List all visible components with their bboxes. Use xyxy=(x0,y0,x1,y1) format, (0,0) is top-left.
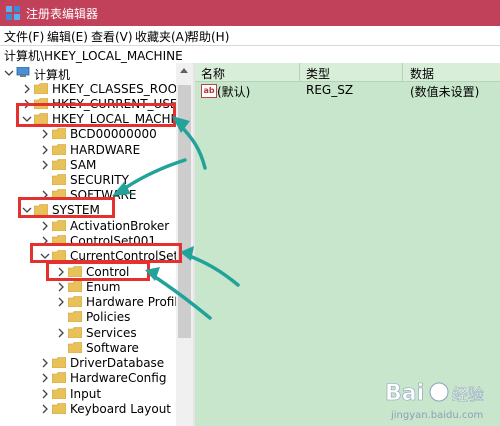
menu-favorites[interactable]: 收藏夹(A) xyxy=(135,28,189,45)
tree-node-label: Services xyxy=(86,326,137,340)
folder-icon xyxy=(68,327,82,338)
folder-icon xyxy=(68,281,82,292)
folder-icon xyxy=(34,83,48,94)
menu-edit[interactable]: 编辑(E) xyxy=(47,28,88,45)
folder-icon xyxy=(52,357,66,368)
tree-node-label: 计算机 xyxy=(34,68,71,82)
menu-help[interactable]: 帮助(H) xyxy=(187,28,229,45)
tree-node-label: SECURITY xyxy=(70,173,129,187)
regedit-icon xyxy=(6,6,20,20)
highlight-box-control xyxy=(46,261,150,281)
value-name: (默认) xyxy=(217,85,251,99)
tree-node-label: BCD00000000 xyxy=(70,127,157,141)
tree-node-label: ActivationBroker xyxy=(70,219,170,233)
svg-text:jingyan.baidu.com: jingyan.baidu.com xyxy=(390,410,483,421)
tree-node-label: DriverDatabase xyxy=(70,356,165,370)
chevron-right-icon[interactable] xyxy=(56,328,66,338)
column-divider[interactable] xyxy=(402,63,403,81)
baidu-watermark-logo: Bai 经验 jingyan.baidu.com xyxy=(385,381,485,421)
svg-text:Bai: Bai xyxy=(385,381,424,406)
chevron-right-icon[interactable] xyxy=(40,373,50,383)
folder-icon xyxy=(52,128,66,139)
tree-node-label: HKEY_CLASSES_ROOT xyxy=(52,82,176,96)
svg-text:经验: 经验 xyxy=(452,385,484,404)
chevron-right-icon[interactable] xyxy=(40,145,50,155)
folder-icon xyxy=(52,159,66,170)
string-value-icon: ab xyxy=(201,84,217,98)
folder-icon xyxy=(52,388,66,399)
tree-node-label: Hardware Profile xyxy=(86,295,176,309)
folder-icon xyxy=(52,220,66,231)
address-bar[interactable]: 计算机\HKEY_LOCAL_MACHINE xyxy=(0,45,500,64)
chevron-right-icon[interactable] xyxy=(40,389,50,399)
chevron-right-icon[interactable] xyxy=(40,129,50,139)
tree-node-label: HARDWARE xyxy=(70,143,141,157)
chevron-right-icon[interactable] xyxy=(40,404,50,414)
tree-node-label: Policies xyxy=(86,310,131,324)
chevron-right-icon[interactable] xyxy=(56,297,66,307)
chevron-right-icon[interactable] xyxy=(56,282,66,292)
tree-node-label: Software xyxy=(86,341,139,355)
folder-icon xyxy=(68,296,82,307)
value-data: (数值未设置) xyxy=(410,85,480,99)
folder-icon xyxy=(52,372,66,383)
menu-file[interactable]: 文件(F) xyxy=(4,28,44,45)
folder-icon xyxy=(68,311,82,322)
tree-node-label: Keyboard Layout xyxy=(70,402,172,416)
column-divider[interactable] xyxy=(299,63,300,81)
computer-icon xyxy=(16,67,30,77)
chevron-right-icon[interactable] xyxy=(40,221,50,231)
folder-icon xyxy=(68,342,82,353)
folder-icon xyxy=(52,174,66,185)
window-title: 注册表编辑器 xyxy=(26,7,99,21)
chevron-down-icon[interactable] xyxy=(4,68,14,78)
chevron-right-icon[interactable] xyxy=(22,84,32,94)
column-data[interactable]: 数据 xyxy=(410,65,434,82)
menu-bar: 文件(F) 编辑(E) 查看(V) 收藏夹(A) 帮助(H) xyxy=(0,26,500,45)
tree-node-label: HardwareConfig xyxy=(70,371,167,385)
highlight-box-hklm xyxy=(16,103,176,127)
value-type: REG_SZ xyxy=(306,83,354,97)
chevron-right-icon[interactable] xyxy=(40,358,50,368)
tree-node-label: Enum xyxy=(86,280,121,294)
address-path: 计算机\HKEY_LOCAL_MACHINE xyxy=(4,49,183,63)
scroll-up-arrow-icon[interactable] xyxy=(180,68,188,73)
value-row[interactable]: ab (默认) REG_SZ (数值未设置) xyxy=(195,82,500,99)
folder-icon xyxy=(52,144,66,155)
chevron-right-icon[interactable] xyxy=(40,160,50,170)
title-bar: 注册表编辑器 xyxy=(0,0,500,26)
folder-icon xyxy=(52,403,66,414)
column-name[interactable]: 名称 xyxy=(201,65,225,82)
scrollbar-thumb[interactable] xyxy=(178,85,191,338)
tree-node-label: Input xyxy=(70,387,102,401)
menu-view[interactable]: 查看(V) xyxy=(91,28,133,45)
tree-node-label: SAM xyxy=(70,158,97,172)
highlight-box-currentcontrolset xyxy=(30,243,182,263)
column-header: 名称 类型 数据 xyxy=(195,63,500,82)
column-type[interactable]: 类型 xyxy=(306,65,330,82)
highlight-box-system xyxy=(18,197,115,218)
